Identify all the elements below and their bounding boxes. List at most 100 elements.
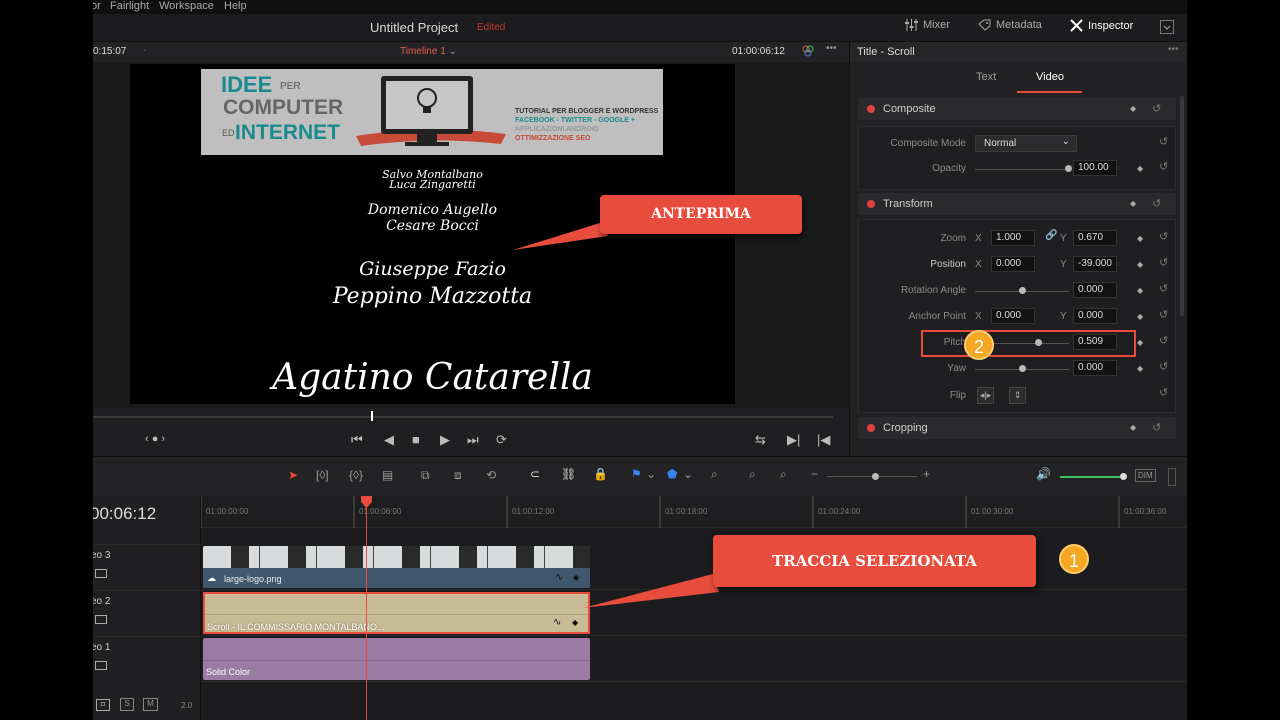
replace-clip-icon[interactable]: ⟲	[486, 468, 496, 482]
track-header-video-3[interactable]: eo 3	[93, 544, 201, 590]
stop-icon[interactable]: ■	[412, 432, 420, 447]
speaker-icon[interactable]: 🔊	[1036, 467, 1051, 481]
dynamic-trim-icon[interactable]: {◊}	[349, 468, 363, 482]
menu-item-help[interactable]: Help	[224, 0, 247, 12]
timeline-selector[interactable]: Timeline 1 ⌄	[400, 46, 457, 57]
keyframe-diamond-icon[interactable]: ◆	[573, 573, 579, 582]
opacity-slider[interactable]	[975, 169, 1069, 170]
play-icon[interactable]: ▶	[440, 432, 450, 448]
keyframe-diamond-icon[interactable]: ◆	[1137, 164, 1143, 173]
mark-in-icon[interactable]: |◀	[817, 432, 830, 448]
timeline-playhead[interactable]	[366, 496, 367, 720]
timeline-ruler[interactable]: 01:00:00:00 01:00:06:00 01:00:12:00 01:0…	[201, 496, 1187, 528]
zoom-slider-handle[interactable]	[872, 473, 879, 480]
reset-icon[interactable]: ↺	[1152, 102, 1161, 115]
flag-icon[interactable]: ⚑	[631, 467, 642, 481]
trim-tool-icon[interactable]: [◊]	[316, 468, 329, 482]
keyframe-diamond-icon[interactable]: ◆	[1130, 104, 1136, 113]
yaw-field[interactable]: 0.000	[1073, 360, 1117, 376]
opacity-slider-handle[interactable]	[1065, 165, 1072, 172]
reset-icon[interactable]: ↺	[1159, 160, 1168, 173]
mixer-button[interactable]: Mixer	[905, 19, 950, 31]
menu-item-fairlight[interactable]: Fairlight	[110, 0, 149, 12]
rotation-slider-handle[interactable]	[1019, 287, 1026, 294]
position-x-field[interactable]: 0.000	[991, 256, 1035, 272]
dim-button[interactable]: DIM	[1135, 469, 1156, 482]
reset-icon[interactable]: ↺	[1159, 308, 1168, 321]
keyframe-diamond-icon[interactable]: ◆	[1137, 286, 1143, 295]
inspector-scrollbar[interactable]	[1180, 96, 1184, 316]
yaw-slider-handle[interactable]	[1019, 365, 1026, 372]
jog-control[interactable]: ‹ ● ›	[145, 433, 165, 445]
first-frame-icon[interactable]: ⏮	[351, 432, 363, 448]
mute-button[interactable]: M	[143, 698, 158, 711]
keyframe-diamond-icon[interactable]: ◆	[1137, 312, 1143, 321]
volume-slider[interactable]	[1060, 476, 1120, 478]
volume-slider-handle[interactable]	[1120, 473, 1127, 480]
reverse-play-icon[interactable]: ◀	[384, 432, 394, 448]
color-wheel-icon[interactable]	[801, 44, 815, 61]
more-options-icon[interactable]: •••	[826, 43, 837, 54]
solo-button[interactable]: S	[120, 698, 134, 711]
zoom-detail-icon[interactable]: ⌕	[749, 467, 756, 482]
lock-icon[interactable]: 🔒	[593, 467, 608, 481]
zoom-in-icon[interactable]: +	[923, 467, 930, 481]
opacity-field[interactable]: 100.00	[1073, 160, 1117, 176]
flip-horizontal-icon[interactable]: ◂|▸	[977, 387, 994, 404]
reset-icon[interactable]: ↺	[1159, 230, 1168, 243]
composite-mode-select[interactable]: Normal ⌄	[975, 135, 1077, 152]
enable-toggle[interactable]	[867, 424, 875, 432]
clip-large-logo[interactable]: ☁ large-logo.png ∿ ◆	[203, 546, 590, 588]
anchor-y-field[interactable]: 0.000	[1073, 308, 1117, 324]
selection-arrow-icon[interactable]: ➤	[288, 468, 298, 482]
last-frame-icon[interactable]: ⏭	[467, 432, 479, 448]
tab-video[interactable]: Video	[1036, 71, 1064, 83]
track-header-video-2[interactable]: eo 2	[93, 590, 201, 636]
zoom-y-field[interactable]: 0.670	[1073, 230, 1117, 246]
keyframe-diamond-icon[interactable]: ◆	[1137, 364, 1143, 373]
reset-icon[interactable]: ↺	[1159, 334, 1168, 347]
rotation-field[interactable]: 0.000	[1073, 282, 1117, 298]
marker-icon[interactable]: ⬟	[667, 467, 677, 481]
clip-scroll-title[interactable]: Scroll - IL COMMISSARIO MONTALBANO... ∿ …	[203, 592, 590, 634]
keyframe-diamond-icon[interactable]: ◆	[1137, 234, 1143, 243]
menu-item-view[interactable]: or	[93, 0, 101, 12]
viewer-scrubber[interactable]	[93, 408, 849, 426]
reset-icon[interactable]: ↺	[1159, 256, 1168, 269]
zoom-out-icon[interactable]: −	[811, 467, 818, 481]
blade-tool-icon[interactable]: ▤	[382, 468, 393, 482]
reset-icon[interactable]: ↺	[1159, 282, 1168, 295]
zoom-x-field[interactable]: 1.000	[991, 230, 1035, 246]
playhead-marker-icon[interactable]	[361, 496, 372, 508]
keyframe-diamond-icon[interactable]: ◆	[572, 618, 578, 627]
position-y-field[interactable]: -39.000	[1073, 256, 1117, 272]
expand-button[interactable]	[1160, 20, 1174, 34]
reset-icon[interactable]: ↺	[1159, 360, 1168, 373]
zoom-full-icon[interactable]: ⌕	[711, 467, 718, 482]
film-strip-icon[interactable]	[95, 569, 107, 578]
reset-icon[interactable]: ↺	[1159, 386, 1168, 399]
loop-icon[interactable]: ⟳	[496, 432, 507, 448]
tab-text[interactable]: Text	[976, 71, 996, 83]
enable-toggle[interactable]	[867, 105, 875, 113]
mark-out-icon[interactable]: ▶|	[787, 432, 800, 448]
link-icon[interactable]: 🔗	[1045, 230, 1057, 241]
reset-icon[interactable]: ↺	[1152, 197, 1161, 210]
transform-section-header[interactable]: Transform ◆ ↺	[858, 193, 1176, 215]
metadata-button[interactable]: Metadata	[978, 19, 1042, 31]
inspector-button[interactable]: Inspector	[1070, 19, 1133, 32]
menu-item-workspace[interactable]: Workspace	[159, 0, 214, 12]
more-options-icon[interactable]: •••	[1168, 44, 1179, 55]
chevron-down-icon[interactable]: ⌄	[683, 467, 693, 481]
composite-section-header[interactable]: Composite ◆ ↺	[858, 98, 1176, 120]
keyframe-diamond-icon[interactable]: ◆	[1130, 199, 1136, 208]
cropping-section-header[interactable]: Cropping ◆ ↺	[858, 417, 1176, 439]
film-strip-icon[interactable]	[95, 615, 107, 624]
keyframe-diamond-icon[interactable]: ◆	[1130, 423, 1136, 432]
clip-solid-color[interactable]: Solid Color	[203, 638, 590, 680]
enable-toggle[interactable]	[867, 200, 875, 208]
curve-icon[interactable]: ∿	[555, 572, 563, 583]
zoom-custom-icon[interactable]: ⌕	[780, 467, 787, 482]
anchor-x-field[interactable]: 0.000	[991, 308, 1035, 324]
reset-icon[interactable]: ↺	[1159, 135, 1168, 148]
